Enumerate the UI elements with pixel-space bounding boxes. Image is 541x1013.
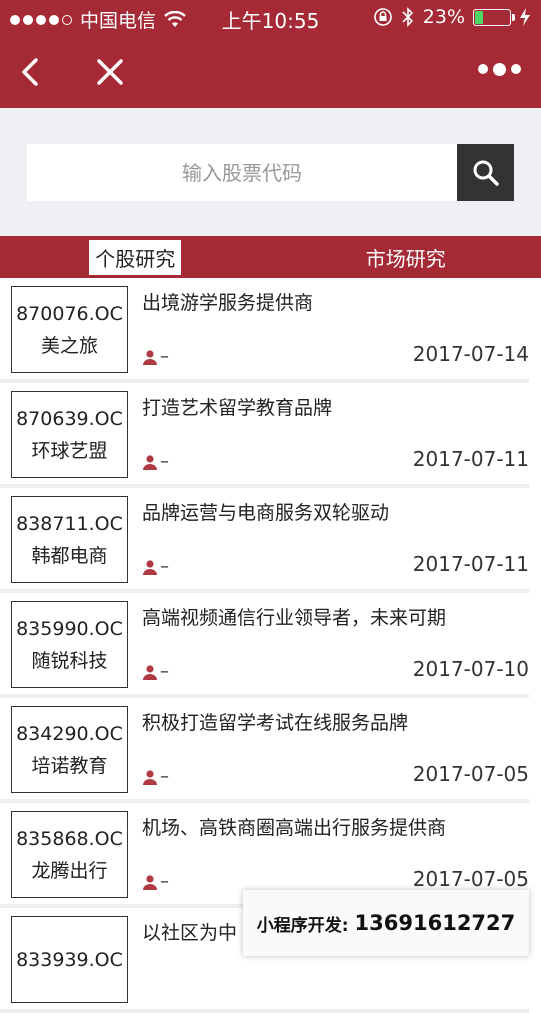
person-icon xyxy=(142,559,158,575)
person-icon xyxy=(142,874,158,890)
stock-name: 培诺教育 xyxy=(31,750,107,782)
report-author: – xyxy=(142,766,169,787)
tab-label: 市场研究 xyxy=(366,243,446,272)
report-title[interactable]: 以社区为中 xyxy=(142,918,237,945)
report-title[interactable]: 出境游学服务提供商 xyxy=(142,288,313,315)
person-icon xyxy=(142,664,158,680)
report-item[interactable]: 870639.OC环球艺盟打造艺术留学教育品牌–2017-07-11 xyxy=(0,383,529,488)
more-dot xyxy=(511,64,521,74)
more-button[interactable] xyxy=(478,64,521,76)
battery-percent: 23% xyxy=(423,6,465,28)
author-name: – xyxy=(160,451,169,472)
person-icon xyxy=(142,454,158,470)
person-icon xyxy=(142,769,158,785)
chevron-left-icon xyxy=(14,52,50,92)
stock-tag[interactable]: 870639.OC环球艺盟 xyxy=(11,391,128,478)
more-dot xyxy=(478,64,488,74)
report-date: 2017-07-11 xyxy=(413,447,529,471)
more-dot xyxy=(493,63,506,76)
tab-stock-research[interactable]: 个股研究 xyxy=(0,236,271,278)
stock-name: 美之旅 xyxy=(41,330,98,362)
author-name: – xyxy=(160,346,169,367)
stock-tag[interactable]: 835868.OC龙腾出行 xyxy=(11,811,128,898)
stock-code-input[interactable] xyxy=(27,144,457,201)
report-title[interactable]: 品牌运营与电商服务双轮驱动 xyxy=(142,498,389,525)
report-title[interactable]: 打造艺术留学教育品牌 xyxy=(142,393,332,420)
stock-tag[interactable]: 870076.OC美之旅 xyxy=(11,286,128,373)
author-name: – xyxy=(160,661,169,682)
status-bar: 中国电信 上午10:55 23% xyxy=(0,0,541,36)
report-title[interactable]: 高端视频通信行业领导者，未来可期 xyxy=(142,603,446,630)
report-date: 2017-07-14 xyxy=(413,342,529,366)
tab-label: 个股研究 xyxy=(89,240,181,275)
report-title[interactable]: 积极打造留学考试在线服务品牌 xyxy=(142,708,408,735)
promo-label: 小程序开发: xyxy=(257,911,349,936)
battery-icon xyxy=(473,9,511,26)
research-tabs: 个股研究 市场研究 xyxy=(0,236,541,278)
stock-code: 835868.OC xyxy=(16,823,123,855)
stock-code: 835990.OC xyxy=(16,613,123,645)
report-date: 2017-07-11 xyxy=(413,552,529,576)
search-icon xyxy=(472,159,500,187)
stock-name: 随锐科技 xyxy=(31,645,107,677)
search-bar xyxy=(0,108,541,236)
stock-name: 环球艺盟 xyxy=(31,435,107,467)
report-item[interactable]: 838711.OC韩都电商品牌运营与电商服务双轮驱动–2017-07-11 xyxy=(0,488,529,593)
report-item[interactable]: 870076.OC美之旅出境游学服务提供商–2017-07-14 xyxy=(0,278,529,383)
back-button[interactable] xyxy=(14,52,50,92)
author-name: – xyxy=(160,766,169,787)
report-date: 2017-07-05 xyxy=(413,762,529,786)
promo-badge: 小程序开发: 13691612727 xyxy=(243,890,529,956)
report-author: – xyxy=(142,871,169,892)
report-author: – xyxy=(142,451,169,472)
person-icon xyxy=(142,349,158,365)
bluetooth-icon xyxy=(401,7,415,27)
rotation-lock-icon xyxy=(373,7,393,27)
stock-code: 838711.OC xyxy=(16,508,123,540)
charging-icon xyxy=(519,8,531,26)
stock-name: 韩都电商 xyxy=(31,540,107,572)
stock-tag[interactable]: 834290.OC培诺教育 xyxy=(11,706,128,793)
author-name: – xyxy=(160,556,169,577)
tab-market-research[interactable]: 市场研究 xyxy=(271,236,541,278)
report-author: – xyxy=(142,661,169,682)
stock-tag[interactable]: 835990.OC随锐科技 xyxy=(11,601,128,688)
report-title[interactable]: 机场、高铁商圈高端出行服务提供商 xyxy=(142,813,446,840)
report-author: – xyxy=(142,556,169,577)
stock-name: 龙腾出行 xyxy=(31,855,107,887)
stock-tag[interactable]: 838711.OC韩都电商 xyxy=(11,496,128,583)
stock-code: 870076.OC xyxy=(16,298,123,330)
report-item[interactable]: 834290.OC培诺教育积极打造留学考试在线服务品牌–2017-07-05 xyxy=(0,698,529,803)
stock-code: 870639.OC xyxy=(16,403,123,435)
search-button[interactable] xyxy=(457,144,514,201)
promo-phone: 13691612727 xyxy=(355,911,516,935)
close-button[interactable] xyxy=(92,54,128,90)
report-date: 2017-07-10 xyxy=(413,657,529,681)
nav-bar xyxy=(0,36,541,108)
stock-code: 834290.OC xyxy=(16,718,123,750)
report-author: – xyxy=(142,346,169,367)
report-date: 2017-07-05 xyxy=(413,867,529,891)
author-name: – xyxy=(160,871,169,892)
report-item[interactable]: 835990.OC随锐科技高端视频通信行业领导者，未来可期–2017-07-10 xyxy=(0,593,529,698)
close-icon xyxy=(92,54,128,90)
